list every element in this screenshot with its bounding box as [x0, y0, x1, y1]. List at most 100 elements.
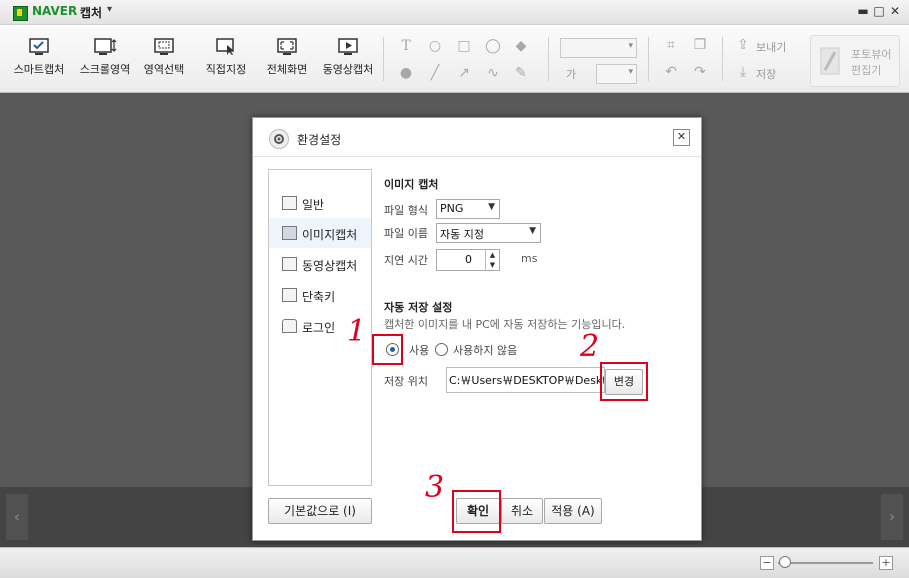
video-capture-icon [282, 257, 297, 271]
file-name-select[interactable]: 자동 지정 ▼ [436, 223, 541, 243]
scroll-capture-button[interactable]: 스크롤영역 [75, 33, 135, 77]
file-format-value: PNG [440, 202, 464, 215]
lock-icon [282, 319, 297, 333]
photo-editor-button[interactable]: 포토뷰어 편집기 [810, 35, 900, 87]
dialog-title: 환경설정 [297, 133, 342, 147]
nav-item-image-capture[interactable]: 이미지캡처 [269, 218, 371, 248]
line-tool-icon[interactable]: ╱ [426, 65, 444, 83]
shortcut-icon [282, 288, 297, 302]
save-location-field[interactable]: C:￦Users￦DESKTOP￦Desktop [446, 367, 605, 393]
nav-item-shortcut[interactable]: 단축키 [269, 280, 371, 310]
region-select-label: 영역선택 [143, 63, 185, 76]
photo-editor-label-1: 포토뷰어 [851, 48, 892, 61]
rectangle-tool-icon[interactable]: □ [455, 38, 473, 56]
pen-tool-icon[interactable]: ∿ [484, 65, 502, 83]
toolbar: 스마트캡처 스크롤영역 영역선택 직접지정 전체화면 동영상캡처 T ○ □ ◯… [0, 25, 909, 93]
auto-save-section-title: 자동 저장 설정 [384, 301, 453, 314]
delay-stepper[interactable]: 0 ▲ ▼ [436, 249, 500, 271]
fullscreen-label: 전체화면 [266, 63, 308, 76]
zoom-slider-knob[interactable] [779, 556, 791, 568]
toolbar-separator [722, 37, 723, 81]
zoom-slider-track[interactable] [778, 562, 873, 564]
zoom-out-button[interactable]: − [760, 556, 774, 570]
resize-icon[interactable]: ❐ [691, 37, 709, 55]
video-capture-button[interactable]: 동영상캡처 [318, 33, 378, 77]
chevron-down-icon: ▼ [488, 202, 495, 212]
radio-not-use[interactable] [435, 343, 448, 356]
settings-dialog: 환경설정 ✕ 일반 이미지캡처 동영상캡처 단축키 로그인 이미지 캡처 파일 … [252, 117, 702, 541]
file-format-select[interactable]: PNG ▼ [436, 199, 500, 219]
region-select-button[interactable]: 영역선택 [134, 33, 194, 77]
nav-item-label: 단축키 [302, 290, 336, 304]
maximize-button[interactable]: □ [872, 4, 886, 18]
video-capture-label: 동영상캡처 [322, 63, 374, 76]
image-capture-section-title: 이미지 캡처 [384, 178, 439, 191]
file-name-label: 파일 이름 [384, 227, 428, 240]
video-capture-icon [338, 38, 358, 55]
nav-item-label: 동영상캡처 [302, 259, 358, 273]
fullscreen-button[interactable]: 전체화면 [257, 33, 317, 77]
save-location-label: 저장 위치 [384, 375, 428, 388]
save-label[interactable]: 저장 [756, 66, 776, 82]
general-icon [282, 196, 297, 210]
share-icon[interactable]: ⇪ [734, 37, 752, 55]
app-name[interactable]: 캡처 [80, 4, 102, 21]
direct-select-button[interactable]: 직접지정 [196, 33, 256, 77]
reset-defaults-button[interactable]: 기본값으로 (I) [268, 498, 372, 524]
dialog-close-button[interactable]: ✕ [673, 129, 690, 146]
brand-name: NAVER [32, 4, 78, 18]
font-family-select[interactable] [560, 38, 637, 58]
cancel-button[interactable]: 취소 [501, 498, 543, 524]
share-label[interactable]: 보내기 [756, 39, 786, 55]
annotation-box-1 [372, 334, 403, 365]
stepper-arrows-icon[interactable]: ▲ ▼ [485, 250, 499, 270]
save-icon[interactable]: ⤓ [734, 64, 752, 82]
redo-icon[interactable]: ↷ [691, 64, 709, 82]
delay-label: 지연 시간 [384, 254, 428, 267]
number-stamp-tool-icon[interactable]: ● [397, 65, 415, 83]
annotation-step-1: 1 [347, 314, 367, 349]
app-menu-chevron-icon[interactable]: ▾ [107, 4, 112, 15]
smart-capture-icon [29, 38, 49, 55]
undo-icon[interactable]: ↶ [662, 64, 680, 82]
close-button[interactable]: ✕ [888, 4, 902, 18]
delay-unit: ms [521, 252, 538, 265]
annotation-step-3: 3 [425, 470, 445, 505]
toolbar-separator [648, 37, 649, 81]
nav-item-label: 이미지캡처 [302, 228, 358, 242]
app-logo-icon [13, 6, 28, 21]
toolbar-separator [383, 37, 384, 81]
nav-item-general[interactable]: 일반 [269, 188, 371, 218]
file-format-label: 파일 형식 [384, 204, 428, 217]
radio-use-label[interactable]: 사용 [409, 342, 429, 358]
nav-item-label: 로그인 [302, 321, 336, 335]
photo-editor-label-2: 편집기 [851, 64, 882, 77]
zoom-in-button[interactable]: + [879, 556, 893, 570]
file-name-value: 자동 지정 [440, 228, 484, 241]
next-arrow-icon[interactable]: › [881, 494, 903, 540]
title-bar: NAVER 캡처 ▾ ▬ □ ✕ [0, 0, 909, 25]
smart-capture-label: 스마트캡처 [13, 63, 65, 76]
direct-select-label: 직접지정 [205, 63, 247, 76]
minimize-button[interactable]: ▬ [856, 4, 870, 18]
font-size-select[interactable] [596, 64, 637, 84]
crop-icon[interactable]: ⌗ [662, 37, 680, 55]
radio-not-use-label[interactable]: 사용하지 않음 [453, 342, 517, 358]
annotation-step-2: 2 [580, 329, 600, 364]
text-tool-icon[interactable]: T [397, 38, 415, 56]
arrow-tool-icon[interactable]: ↗ [455, 65, 473, 83]
gear-icon [269, 129, 289, 149]
line-color-icon[interactable]: ✎ [512, 65, 530, 83]
scroll-capture-icon [94, 38, 117, 55]
prev-arrow-icon[interactable]: ‹ [6, 494, 28, 540]
dialog-header: 환경설정 ✕ [253, 118, 701, 157]
apply-button[interactable]: 적용 (A) [544, 498, 602, 524]
photo-editor-icon [820, 47, 840, 75]
speech-bubble-tool-icon[interactable]: ◯ [484, 38, 502, 56]
nav-item-video-capture[interactable]: 동영상캡처 [269, 249, 371, 279]
ellipse-tool-icon[interactable]: ○ [426, 38, 444, 56]
smart-capture-button[interactable]: 스마트캡처 [9, 33, 69, 77]
region-select-icon [154, 38, 174, 55]
fill-color-icon[interactable]: ◆ [512, 38, 530, 56]
scroll-capture-label: 스크롤영역 [79, 63, 131, 76]
